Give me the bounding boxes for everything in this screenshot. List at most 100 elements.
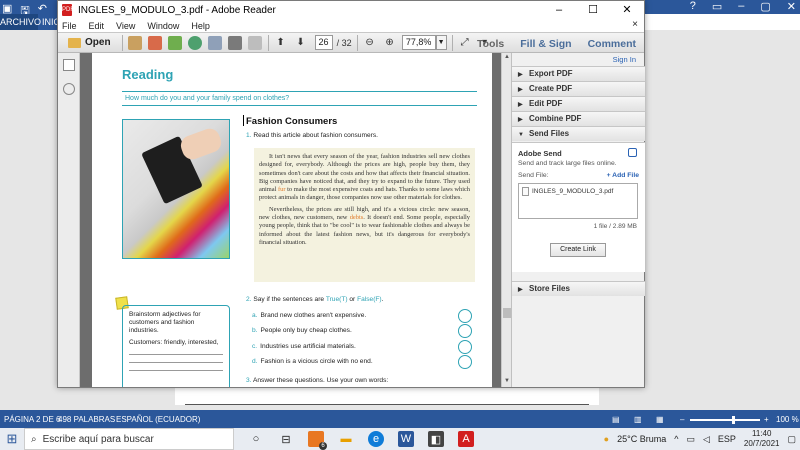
minimize-button[interactable]: – (542, 1, 576, 19)
zoom-dropdown-icon[interactable]: ▼ (435, 35, 447, 50)
instruction-text: or (347, 296, 358, 303)
scroll-up-icon[interactable]: ▲ (503, 54, 511, 62)
print-layout-icon[interactable]: ▥ (634, 412, 642, 428)
document-area[interactable]: Reading How much do you and your family … (80, 53, 501, 387)
vertical-scrollbar[interactable]: ▲ ▼ (501, 53, 511, 387)
fill-sign-button[interactable]: Fill & Sign (512, 38, 579, 50)
app-icon-dark[interactable]: ◧ (428, 431, 444, 447)
attachments-icon[interactable] (63, 83, 75, 95)
answer-circle-d[interactable] (458, 355, 472, 369)
app-icon-orange[interactable]: 6 (308, 431, 327, 450)
print-icon[interactable] (227, 35, 243, 51)
menu-window[interactable]: Window (147, 21, 179, 31)
adobe-send-desc: Send and track large files online. (518, 160, 617, 167)
reader-toolbar: Open ⬆ ⬇ 26 / 32 ⊖ ⊕ 77,8% ▼ ⤢ ▾ Tools F… (58, 32, 644, 53)
status-page[interactable]: PÁGINA 2 DE 6 (4, 412, 60, 428)
file-entry[interactable]: INGLES_9_MODULO_3.pdf (522, 187, 613, 196)
pane-send-files[interactable]: ▼ Send Files (512, 126, 645, 141)
item-letter: c. (252, 343, 258, 350)
zoom-in-icon[interactable]: + (764, 412, 769, 428)
file-list[interactable]: INGLES_9_MODULO_3.pdf (518, 183, 638, 219)
add-file-link[interactable]: + Add File (607, 172, 639, 179)
save-icon[interactable] (207, 35, 223, 51)
pane-store-files[interactable]: ▶ Store Files (512, 281, 645, 296)
answer-circle-a[interactable] (458, 309, 472, 323)
read-mode-icon[interactable]: ▤ (612, 412, 620, 428)
ribbon-options-icon[interactable]: ▭ (712, 0, 722, 13)
article-title: Fashion Consumers (246, 116, 338, 127)
close-icon[interactable]: ✕ (787, 0, 796, 13)
file-explorer-icon[interactable]: ▬ (338, 431, 354, 447)
maximize-button[interactable]: ☐ (576, 1, 610, 19)
notification-badge: 6 (319, 442, 327, 450)
next-page-icon[interactable]: ⬇ (293, 35, 309, 51)
answer-circle-c[interactable] (458, 340, 472, 354)
status-words[interactable]: 498 PALABRAS (58, 412, 115, 428)
pane-combine-pdf[interactable]: ▶ Combine PDF (512, 111, 645, 126)
zoom-slider[interactable] (690, 419, 760, 421)
open-button[interactable]: Open (62, 35, 117, 51)
scroll-down-icon[interactable]: ▼ (503, 378, 511, 386)
expand-arrow-icon: ▶ (518, 87, 523, 93)
scroll-thumb[interactable] (503, 308, 511, 318)
minimize-icon[interactable]: – (738, 0, 744, 13)
menu-edit[interactable]: Edit (89, 21, 105, 31)
page-number-input[interactable]: 26 (314, 35, 333, 50)
close-button[interactable]: ✕ (610, 1, 644, 19)
task-view-icon[interactable]: ○ (248, 431, 264, 447)
instruction-text: Read this article about fashion consumer… (253, 132, 378, 139)
maximize-icon[interactable]: ▢ (760, 0, 770, 13)
zoom-slider-thumb[interactable] (732, 416, 735, 424)
upload-icon[interactable] (187, 35, 203, 51)
adobe-reader-icon[interactable]: A (458, 431, 474, 447)
create-pdf-icon[interactable] (147, 35, 163, 51)
sign-in-link[interactable]: Sign In (613, 55, 636, 64)
zoom-input[interactable]: 77,8% (401, 35, 436, 50)
menu-view[interactable]: View (116, 21, 135, 31)
web-layout-icon[interactable]: ▦ (656, 412, 664, 428)
toolbar-separator (356, 34, 358, 51)
word-app-icon[interactable]: W (398, 431, 414, 447)
volume-icon[interactable]: ◁ (703, 434, 710, 445)
status-language[interactable]: ESPAÑOL (ECUADOR) (116, 412, 200, 428)
input-language[interactable]: ESP (718, 434, 736, 444)
answer-circle-b[interactable] (458, 324, 472, 338)
notifications-icon[interactable]: ▢ (787, 434, 796, 445)
pane-create-pdf[interactable]: ▶ Create PDF (512, 81, 645, 96)
previous-page-icon[interactable]: ⬆ (273, 35, 289, 51)
pane-edit-pdf[interactable]: ▶ Edit PDF (512, 96, 645, 111)
send-info-icon[interactable] (628, 148, 637, 157)
taskbar: ⊞ ⌕ Escribe aquí para buscar ○ ⊟ 6 ▬ e W… (0, 428, 800, 450)
zoom-out-button[interactable]: ⊖ (362, 35, 378, 51)
menu-help[interactable]: Help (191, 21, 210, 31)
pane-export-pdf[interactable]: ▶ Export PDF (512, 66, 645, 81)
close-document-icon[interactable]: × (632, 19, 638, 30)
clock[interactable]: 11:40 20/7/2021 (744, 429, 780, 449)
zoom-in-button[interactable]: ⊕ (382, 35, 398, 51)
windows-start-icon[interactable]: ⊞ (0, 431, 24, 447)
zoom-out-icon[interactable]: – (680, 412, 684, 428)
widgets-icon[interactable]: ⊟ (278, 431, 294, 447)
email-icon[interactable] (247, 35, 263, 51)
help-icon[interactable]: ? (690, 0, 696, 13)
toolbar-separator (121, 34, 123, 51)
weather-text[interactable]: 25°C Bruma (617, 434, 666, 444)
settings-icon[interactable] (127, 35, 143, 51)
tray-chevron-icon[interactable]: ^ (674, 434, 678, 444)
zoom-level[interactable]: 100 % (776, 412, 799, 428)
create-link-button[interactable]: Create Link (550, 243, 606, 257)
page-thumbnails-icon[interactable] (63, 59, 75, 71)
edge-icon[interactable]: e (368, 431, 384, 447)
item-letter: d. (252, 358, 258, 365)
paragraph-text: to make the most expensive coats and hat… (259, 186, 470, 202)
menu-file[interactable]: File (62, 21, 77, 31)
tab-archivo[interactable]: ARCHIVO (0, 14, 41, 30)
taskbar-search[interactable]: ⌕ Escribe aquí para buscar (24, 428, 234, 450)
hand-image (178, 125, 224, 163)
clock-date: 20/7/2021 (743, 439, 780, 448)
edit-pdf-icon[interactable] (167, 35, 183, 51)
network-icon[interactable]: ▭ (686, 434, 695, 445)
tools-button[interactable]: Tools (469, 38, 512, 50)
file-count: 1 file / 2.89 MB (593, 223, 637, 230)
comment-button[interactable]: Comment (580, 38, 644, 50)
